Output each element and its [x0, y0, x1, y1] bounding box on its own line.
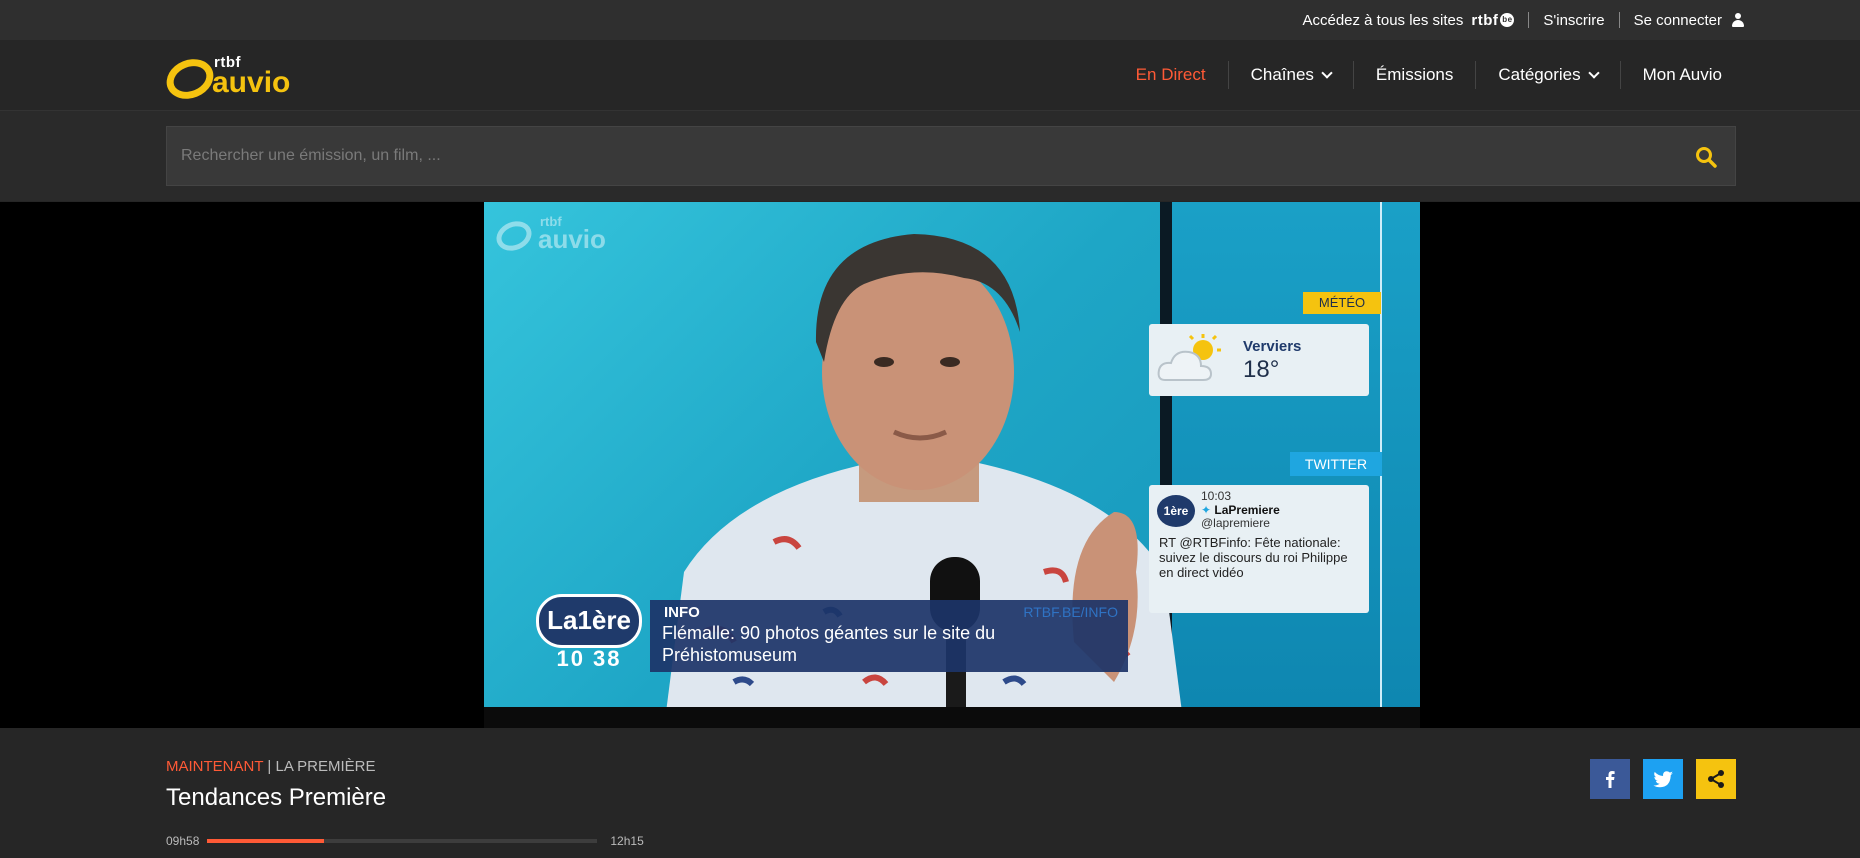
share-button[interactable]: [1696, 759, 1736, 799]
user-icon[interactable]: [1732, 13, 1744, 27]
twitter-share-button[interactable]: [1643, 759, 1683, 799]
partly-cloudy-icon: [1157, 334, 1221, 381]
top-utility-links: Accédez à tous les sites rtbf be S'inscr…: [1302, 0, 1744, 40]
logo-ring-icon: [160, 52, 220, 106]
now-label: MAINTENANT: [166, 758, 264, 775]
tweet-handle: @lapremiere: [1201, 516, 1270, 530]
login-link[interactable]: Se connecter: [1634, 12, 1722, 29]
news-tag: INFO: [664, 604, 700, 621]
signup-link[interactable]: S'inscrire: [1543, 12, 1604, 29]
watermark-ring-icon: [492, 216, 536, 256]
tweet-author: ✦ LaPremiere: [1201, 503, 1280, 517]
start-time: 09h58: [166, 834, 200, 848]
nav-en-direct[interactable]: En Direct: [1114, 61, 1228, 89]
video-frame[interactable]: rtbf auvio MÉTÉO Verviers 18° TWITTER 1è…: [484, 202, 1420, 728]
twitter-icon: [1653, 771, 1673, 788]
facebook-icon: [1606, 771, 1615, 788]
video-player[interactable]: rtbf auvio MÉTÉO Verviers 18° TWITTER 1è…: [0, 202, 1860, 728]
nav-chaines[interactable]: Chaînes: [1227, 61, 1353, 89]
now-playing-section: MAINTENANT | LA PREMIÈRE Tendances Premi…: [0, 728, 1860, 858]
nav-categories[interactable]: Catégories: [1475, 61, 1619, 89]
rtbf-be-badge: be: [1500, 13, 1515, 27]
progress-track: [207, 839, 598, 843]
on-air-clock: 10 38: [556, 646, 622, 671]
tweet-text: RT @RTBFinfo: Fête nationale: suivez le …: [1159, 535, 1348, 580]
meteo-city: Verviers: [1243, 338, 1302, 355]
tweet-avatar: 1ère: [1157, 495, 1195, 527]
progress-fill: [207, 839, 325, 843]
rtbf-mini-logo: rtbf be: [1471, 11, 1515, 29]
nav-mon-auvio[interactable]: Mon Auvio: [1619, 61, 1744, 89]
meteo-card: Verviers 18°: [1149, 324, 1369, 396]
search-icon[interactable]: [1695, 146, 1717, 168]
end-time: 12h15: [610, 834, 644, 848]
top-utility-bar: Accédez à tous les sites rtbf be S'inscr…: [0, 0, 1860, 41]
facebook-share-button[interactable]: [1590, 759, 1630, 799]
tweet-time: 10:03: [1201, 489, 1232, 503]
chevron-down-icon: [1321, 67, 1333, 79]
all-sites-label: Accédez à tous les sites: [1302, 11, 1464, 29]
program-progress: 09h58 12h15: [166, 834, 644, 848]
nav-emissions[interactable]: Émissions: [1352, 61, 1475, 89]
meteo-tag: MÉTÉO: [1303, 292, 1381, 314]
tweet-card: 1ère 10:03 ✦ LaPremiere @lapremiere RT @…: [1149, 485, 1369, 613]
all-sites-link[interactable]: Accédez à tous les sites rtbf be: [1302, 11, 1515, 29]
search-input[interactable]: [167, 127, 1675, 185]
share-icon: [1708, 770, 1724, 788]
auvio-logo[interactable]: rtbf auvio: [160, 52, 316, 106]
share-buttons: [1577, 759, 1736, 799]
channel-name[interactable]: | LA PREMIÈRE: [267, 758, 375, 775]
news-ticker: INFO RTBF.BE/INFO Flémalle: 90 photos gé…: [650, 600, 1128, 672]
studio-floor: [484, 707, 1420, 728]
search-box: [166, 126, 1736, 186]
main-nav: En Direct Chaînes Émissions Catégories M…: [1114, 40, 1744, 110]
show-title[interactable]: Tendances Première: [166, 784, 386, 812]
search-section: [0, 111, 1860, 201]
twitter-bird-icon: ✦: [1201, 503, 1212, 517]
divider: [1528, 12, 1530, 28]
divider: [1618, 12, 1620, 28]
news-headline: Flémalle: 90 photos géantes sur le site …: [662, 623, 996, 665]
news-source: RTBF.BE/INFO: [1023, 604, 1118, 620]
chevron-down-icon: [1587, 67, 1600, 79]
main-header: rtbf auvio En Direct Chaînes Émissions C…: [0, 40, 1860, 111]
live-line: MAINTENANT | LA PREMIÈRE: [166, 758, 376, 775]
meteo-temperature: 18°: [1243, 356, 1280, 383]
twitter-tag: TWITTER: [1290, 452, 1382, 476]
la-premiere-logo: La1ère: [536, 594, 642, 648]
